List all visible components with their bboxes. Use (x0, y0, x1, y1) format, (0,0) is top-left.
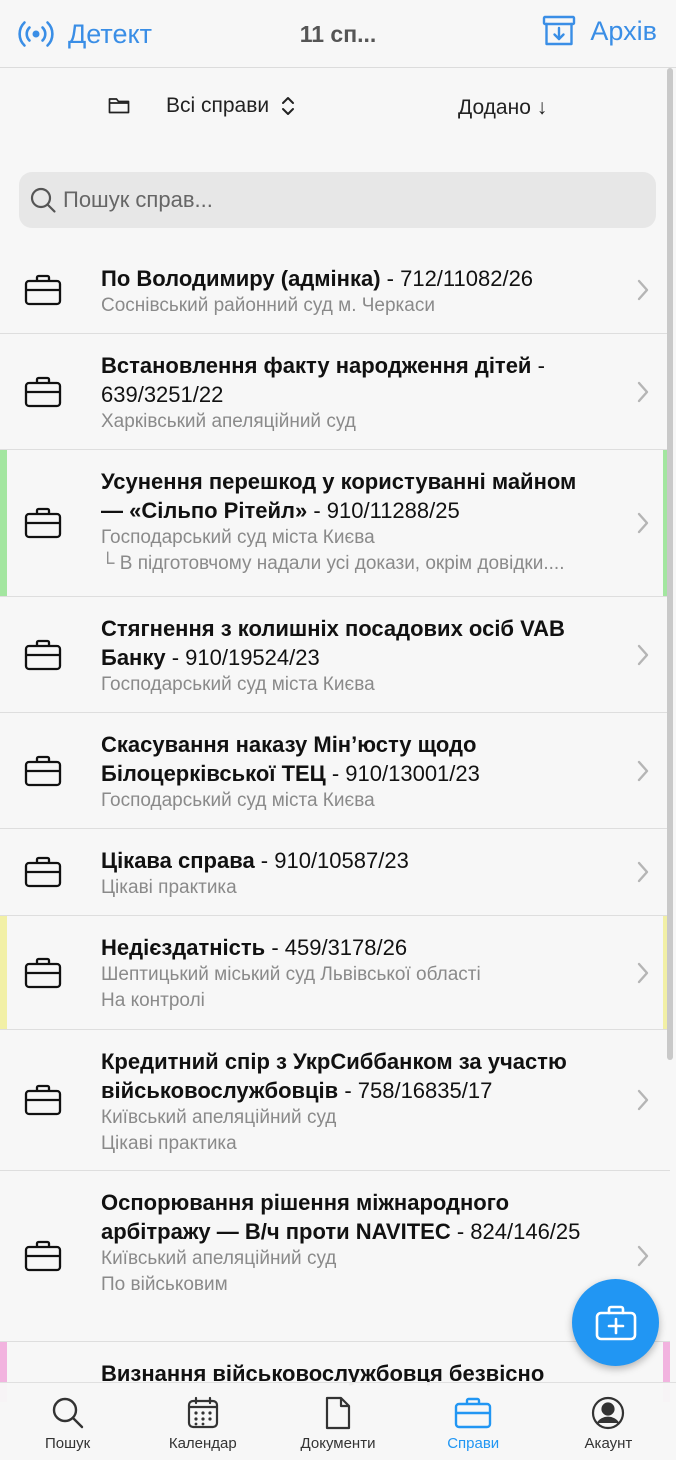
case-title: Цікава справа - 910/10587/23 (101, 846, 600, 875)
chevron-right-icon (636, 278, 650, 302)
case-row[interactable]: Стягнення з колишніх посадових осіб VAB … (0, 597, 670, 713)
briefcase-icon (24, 1240, 62, 1272)
case-court: Шептицький міський суд Львівської област… (101, 964, 481, 985)
search-icon (30, 187, 56, 213)
case-title: Недієздатність - 459/3178/26 (101, 933, 600, 962)
chevron-updown-icon (282, 97, 295, 115)
briefcase-icon (24, 639, 62, 671)
case-color-marker (0, 916, 7, 1029)
calendar-icon (186, 1395, 220, 1431)
case-title: Оспорювання рішення міжнародного арбітра… (101, 1188, 600, 1246)
case-note: По військовим (101, 1274, 228, 1295)
chevron-right-icon (636, 860, 650, 884)
scrollbar[interactable] (667, 68, 673, 1060)
case-number: - 459/3178/26 (265, 935, 408, 960)
case-title: Стягнення з колишніх посадових осіб VAB … (101, 614, 600, 672)
case-row[interactable]: Скасування наказу Мін’юсту щодо Білоцерк… (0, 713, 670, 829)
briefcase-icon (454, 1395, 492, 1431)
briefcase-icon (24, 274, 62, 306)
case-number: - 910/10587/23 (254, 848, 409, 873)
case-color-marker (0, 450, 7, 596)
case-court: Господарський суд міста Києва (101, 790, 375, 811)
case-number: - 910/19524/23 (165, 645, 320, 670)
add-case-icon (595, 1305, 636, 1340)
tab-account[interactable]: Акаунт (541, 1383, 676, 1460)
sort-label: Додано ↓ (458, 96, 548, 119)
case-name: Цікава справа (101, 848, 255, 873)
case-court: Соснівський районний суд м. Черкаси (101, 295, 435, 316)
chevron-right-icon (636, 759, 650, 783)
scope-selector[interactable]: Всі справи (108, 94, 295, 118)
case-number: - 910/11288/25 (307, 498, 460, 523)
briefcase-icon (24, 1084, 62, 1116)
case-number: - 758/16835/17 (338, 1078, 493, 1103)
case-row[interactable]: Усунення перешкод у користуванні майном … (0, 450, 670, 597)
case-list: По Володимиру (адмінка) - 712/11082/26 Со… (0, 247, 670, 1402)
tab-label: Пошук (44, 1435, 91, 1452)
tab-label: Документи (300, 1435, 376, 1452)
top-bar: Детект 11 сп... Архів (0, 0, 676, 68)
chevron-right-icon (636, 1244, 650, 1268)
archive-icon (543, 15, 576, 46)
tab-label: Акаунт (584, 1435, 633, 1452)
case-row[interactable]: Оспорювання рішення міжнародного арбітра… (0, 1171, 670, 1342)
case-row[interactable]: Встановлення факту народження дітей - 63… (0, 334, 670, 450)
filter-bar: Всі справи Додано ↓ (0, 92, 676, 128)
tab-search[interactable]: Пошук (0, 1383, 135, 1460)
search-input[interactable] (63, 187, 623, 213)
case-number: - 910/13001/23 (325, 761, 480, 786)
account-icon (591, 1395, 625, 1431)
case-note: На контролі (101, 990, 205, 1011)
chevron-right-icon (636, 511, 650, 535)
case-court: Цікаві практика (101, 877, 237, 898)
case-court: Київський апеляційний суд (101, 1248, 337, 1269)
case-court: Господарський суд міста Києва (101, 674, 375, 695)
case-title: Усунення перешкод у користуванні майном … (101, 467, 600, 525)
case-court: Київський апеляційний суд (101, 1107, 337, 1128)
briefcase-icon (24, 755, 62, 787)
tab-label: Календар (168, 1435, 237, 1452)
tab-briefcase[interactable]: Справи (406, 1383, 541, 1460)
sort-button[interactable]: Додано ↓ (458, 96, 547, 120)
document-icon (323, 1395, 353, 1431)
chevron-right-icon (636, 380, 650, 404)
chevron-right-icon (636, 1088, 650, 1112)
case-name: Кредитний спір з УкрСиббанком за участю … (101, 1049, 567, 1103)
case-name: Встановлення факту народження дітей (101, 353, 532, 378)
archive-label: Архів (590, 15, 657, 46)
case-row[interactable]: Кредитний спір з УкрСиббанком за участю … (0, 1030, 670, 1171)
archive-button[interactable]: Архів (542, 14, 657, 48)
case-row[interactable]: Цікава справа - 910/10587/23 Цікаві практ… (0, 829, 670, 916)
tab-label: Справи (447, 1435, 500, 1452)
case-row[interactable]: Недієздатність - 459/3178/26 Шептицький м… (0, 916, 670, 1030)
briefcase-icon (24, 376, 62, 408)
bottom-tab-bar: Пошук Календар Документи Справи Акаунт (0, 1382, 676, 1460)
scope-label: Всі справи (166, 94, 270, 117)
case-title: Кредитний спір з УкрСиббанком за участю … (101, 1047, 600, 1105)
search-bar (19, 172, 656, 228)
case-number: - 824/146/25 (450, 1219, 581, 1244)
case-note: └ В підготовчому надали усі докази, окрі… (101, 553, 565, 574)
briefcase-icon (24, 957, 62, 989)
case-court: Харківський апеляційний суд (101, 411, 356, 432)
case-name: Оспорювання рішення міжнародного арбітра… (101, 1190, 510, 1244)
case-court: Господарський суд міста Києва (101, 527, 375, 548)
briefcase-icon (24, 856, 62, 888)
case-title: По Володимиру (адмінка) - 712/11082/26 (101, 264, 600, 293)
case-name: По Володимиру (адмінка) (101, 266, 381, 291)
add-case-button[interactable] (572, 1279, 659, 1366)
briefcase-icon (24, 507, 62, 539)
case-row[interactable]: По Володимиру (адмінка) - 712/11082/26 Со… (0, 247, 670, 334)
tab-calendar[interactable]: Календар (135, 1383, 270, 1460)
case-title: Встановлення факту народження дітей - 63… (101, 351, 600, 409)
tab-document[interactable]: Документи (270, 1383, 405, 1460)
chevron-right-icon (636, 643, 650, 667)
case-note: Цікаві практика (101, 1133, 237, 1154)
chevron-right-icon (636, 961, 650, 985)
case-title: Скасування наказу Мін’юсту щодо Білоцерк… (101, 730, 600, 788)
case-name: Недієздатність (101, 935, 266, 960)
folder-icon (108, 98, 130, 114)
case-number: - 712/11082/26 (380, 266, 534, 291)
search-icon (51, 1395, 85, 1431)
